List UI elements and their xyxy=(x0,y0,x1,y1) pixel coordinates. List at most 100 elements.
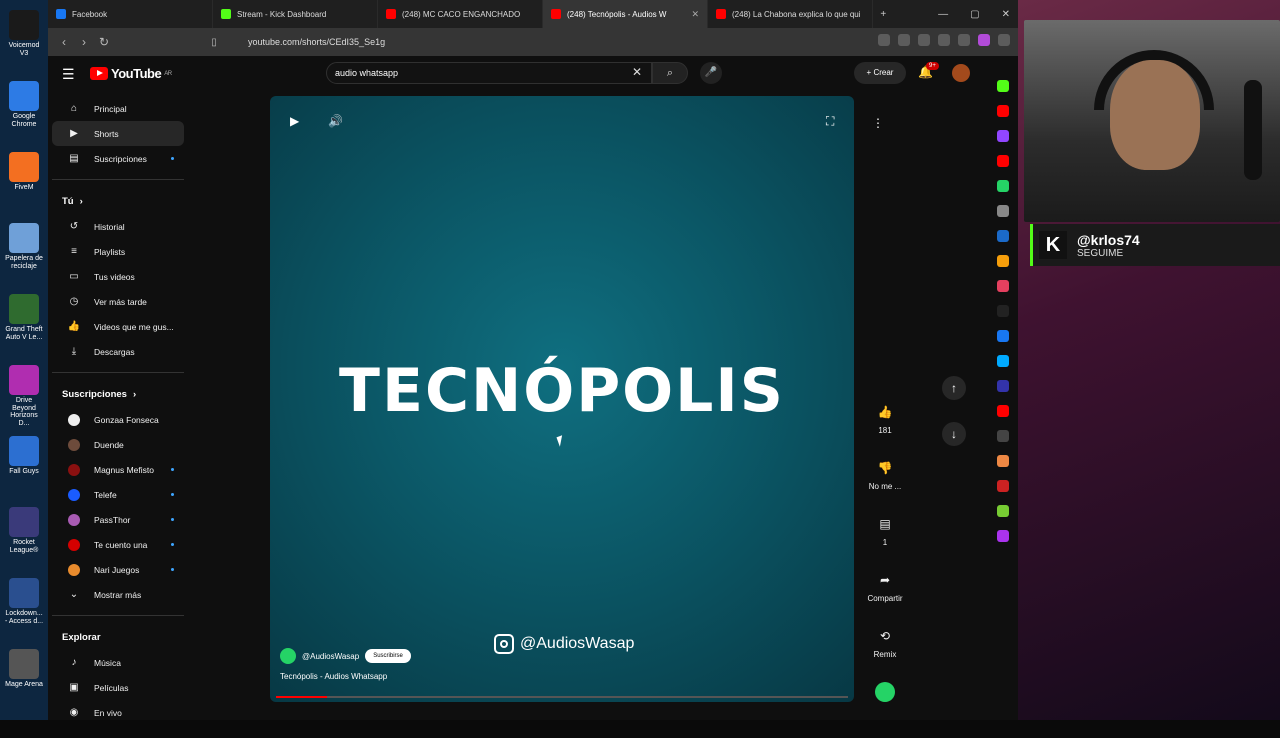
close-window-icon[interactable]: ✕ xyxy=(1002,9,1010,20)
dislike-action[interactable]: 👎 No me ... xyxy=(860,458,910,514)
share-icon[interactable]: ➦ xyxy=(875,570,895,590)
url-field[interactable]: youtube.com/shorts/CEdI35_Se1g xyxy=(228,33,768,51)
youtube-icon[interactable] xyxy=(997,155,1009,167)
dislike-icon[interactable]: 👎 xyxy=(875,458,895,478)
desktop-icon[interactable]: Rocket League® xyxy=(4,507,44,554)
menu-icon[interactable] xyxy=(998,34,1010,46)
play-icon[interactable]: ▶ xyxy=(290,114,299,128)
desktop-icon[interactable]: Google Chrome xyxy=(4,81,44,128)
search-button[interactable]: ⌕ xyxy=(652,62,688,84)
close-tab-icon[interactable]: ✕ xyxy=(691,9,699,20)
sidebar-item[interactable]: ≡ Playlists xyxy=(52,239,184,264)
whatsapp-icon[interactable] xyxy=(997,180,1009,192)
sidebar-item[interactable]: Telefe xyxy=(52,482,184,507)
you-section-header[interactable]: Tú › xyxy=(48,188,188,214)
extension-icon[interactable] xyxy=(997,480,1009,492)
facebook-icon[interactable] xyxy=(997,330,1009,342)
extension-icon[interactable] xyxy=(997,205,1009,217)
youtube-icon[interactable] xyxy=(997,405,1009,417)
video-title[interactable]: Tecnópolis - Audios Whatsapp xyxy=(280,672,387,681)
youtube-logo[interactable]: YouTube AR xyxy=(90,66,172,81)
desktop-icon[interactable]: Drive Beyond Horizons D... xyxy=(4,365,44,428)
extension-icon[interactable] xyxy=(978,34,990,46)
more-options-icon[interactable]: ⋮ xyxy=(872,116,884,130)
channel-avatar[interactable] xyxy=(280,648,296,664)
show-more-button[interactable]: ⌄ Mostrar más xyxy=(52,582,184,607)
extension-icon[interactable] xyxy=(997,380,1009,392)
subscribe-button[interactable]: Suscribirse xyxy=(365,649,411,663)
comments-icon[interactable]: ▤ xyxy=(875,514,895,534)
sidebar-item[interactable]: ⌂ Principal xyxy=(52,96,184,121)
extension-icon[interactable] xyxy=(997,430,1009,442)
browser-tab[interactable]: (248) Tecnópolis - Audios W ✕ xyxy=(543,0,708,28)
bookmark-icon[interactable]: ▯ xyxy=(204,37,224,48)
subscriptions-section-header[interactable]: Suscripciones › xyxy=(48,381,188,407)
extension-icon[interactable] xyxy=(997,505,1009,517)
sidebar-item[interactable]: Magnus Mefisto xyxy=(52,457,184,482)
kick-icon[interactable] xyxy=(997,80,1009,92)
browser-tab[interactable]: Facebook xyxy=(48,0,213,28)
volume-icon[interactable]: 🔊 xyxy=(328,114,343,128)
new-tab-icon[interactable]: + xyxy=(880,9,886,20)
sidebar-item[interactable]: ▭ Tus videos xyxy=(52,264,184,289)
instagram-icon[interactable] xyxy=(997,280,1009,292)
comments-action[interactable]: ▤ 1 xyxy=(860,514,910,570)
reload-icon[interactable]: ↻ xyxy=(94,35,114,49)
minimize-icon[interactable]: — xyxy=(938,9,948,20)
like-action[interactable]: 👍 181 xyxy=(860,402,910,458)
voice-search-icon[interactable]: 🎤 xyxy=(700,62,722,84)
hamburger-menu-icon[interactable]: ☰ xyxy=(62,66,75,83)
youtube-icon[interactable] xyxy=(997,105,1009,117)
tiktok-icon[interactable] xyxy=(997,305,1009,317)
extension-icon[interactable] xyxy=(958,34,970,46)
sidebar-item[interactable]: ▤ Suscripciones xyxy=(52,146,184,171)
remix-action[interactable]: ⟲ Remix xyxy=(860,626,910,682)
short-player[interactable]: ▶ 🔊 ⛶ TECNÓPOLIS @AudiosWasap @AudiosWas… xyxy=(270,96,854,702)
browser-tab[interactable]: Stream - Kick Dashboard xyxy=(213,0,378,28)
progress-bar[interactable] xyxy=(276,696,848,698)
sidebar-item[interactable]: PassThor xyxy=(52,507,184,532)
create-button[interactable]: + Crear xyxy=(854,62,906,84)
sidebar-item[interactable]: Duende xyxy=(52,432,184,457)
sidebar-item[interactable]: ◉ En vivo xyxy=(52,700,184,725)
sound-action[interactable] xyxy=(860,682,910,738)
steam-icon[interactable] xyxy=(997,230,1009,242)
fullscreen-icon[interactable]: ⛶ xyxy=(826,114,834,129)
next-short-icon[interactable]: ↓ xyxy=(942,422,966,446)
share-action[interactable]: ➦ Compartir xyxy=(860,570,910,626)
browser-tab[interactable]: (248) La Chabona explica lo que qui xyxy=(708,0,873,28)
sidebar-item[interactable]: Nari Juegos xyxy=(52,557,184,582)
remix-icon[interactable]: ⟲ xyxy=(875,626,895,646)
desktop-icon[interactable]: FiveM xyxy=(4,152,44,192)
twitch-icon[interactable] xyxy=(997,130,1009,142)
extension-icon[interactable] xyxy=(997,530,1009,542)
sidebar-item[interactable]: ▶ Shorts xyxy=(52,121,184,146)
extension-icon[interactable] xyxy=(938,34,950,46)
like-icon[interactable]: 👍 xyxy=(875,402,895,422)
forward-icon[interactable]: › xyxy=(74,35,94,49)
extension-icon[interactable] xyxy=(997,355,1009,367)
avatar[interactable] xyxy=(952,64,970,82)
sidebar-item[interactable]: Te cuento una xyxy=(52,532,184,557)
whatsapp-sound-icon[interactable] xyxy=(875,682,895,702)
desktop-icon[interactable]: Mage Arena xyxy=(4,649,44,689)
search-input[interactable]: audio whatsapp xyxy=(326,62,652,84)
sidebar-item[interactable]: Gonzaa Fonseca xyxy=(52,407,184,432)
back-icon[interactable]: ‹ xyxy=(54,35,74,49)
desktop-icon[interactable]: Grand Theft Auto V Le... xyxy=(4,294,44,341)
desktop-icon[interactable]: Fall Guys xyxy=(4,436,44,476)
extension-icon[interactable] xyxy=(898,34,910,46)
desktop-icon[interactable]: Lockdown... - Access d... xyxy=(4,578,44,625)
extension-icon[interactable] xyxy=(997,255,1009,267)
desktop-icon[interactable]: Papelera de reciclaje xyxy=(4,223,44,270)
extension-icon[interactable] xyxy=(918,34,930,46)
extension-icon[interactable] xyxy=(997,455,1009,467)
desktop-icon[interactable]: Voicemod V3 xyxy=(4,10,44,57)
maximize-icon[interactable]: ▢ xyxy=(970,9,979,20)
previous-short-icon[interactable]: ↑ xyxy=(942,376,966,400)
sidebar-item[interactable]: ↺ Historial xyxy=(52,214,184,239)
sidebar-item[interactable]: ▣ Películas xyxy=(52,675,184,700)
extension-icon[interactable] xyxy=(878,34,890,46)
channel-name[interactable]: @AudiosWasap xyxy=(302,652,359,661)
clear-search-icon[interactable]: ✕ xyxy=(632,65,642,79)
